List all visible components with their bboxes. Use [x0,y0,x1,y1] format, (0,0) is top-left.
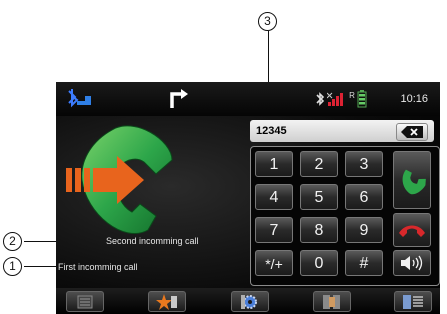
dialed-number: 12345 [256,125,287,137]
call-list-icon [77,295,93,308]
dialed-number-field[interactable]: 12345 [250,120,434,142]
key-1[interactable]: 1 [255,151,293,177]
phone-screen: R 10:16 Second incomming call First inco… [56,82,440,314]
key-2[interactable]: 2 [300,151,338,177]
key-0[interactable]: 0 [300,250,338,276]
bluetooth-phone-icon[interactable] [62,82,98,116]
status-clock: 10:16 [400,93,428,105]
accept-call-button[interactable] [393,151,431,209]
call-accept-icon [402,169,426,195]
battery-icon [357,90,367,108]
route-arrow-icon[interactable] [164,82,194,116]
speaker-volume-button[interactable] [393,250,431,276]
backspace-button[interactable] [396,123,428,141]
favorites-button[interactable] [148,291,186,312]
settings-button[interactable] [231,291,269,312]
key-hash[interactable]: # [345,250,383,276]
callout-3-marker: 3 [258,12,277,31]
signal-strength-icon [327,92,344,106]
call-end-icon [399,225,425,237]
backspace-icon [401,126,423,138]
callout-1-leader [24,266,56,268]
menu-list-icon [403,294,423,309]
key-9[interactable]: 9 [345,217,383,243]
contacts-button[interactable] [313,291,351,312]
end-call-button[interactable] [393,213,431,247]
key-5[interactable]: 5 [300,184,338,210]
callout-1-marker: 1 [3,257,22,276]
callout-2-marker: 2 [3,232,22,251]
settings-icon [241,294,257,309]
key-star-plus[interactable]: */+ [255,250,293,276]
key-8[interactable]: 8 [300,217,338,243]
key-3[interactable]: 3 [345,151,383,177]
second-incoming-call-label: Second incomming call [106,236,199,246]
bottom-toolbar [56,288,440,314]
favorites-icon [156,293,177,310]
contacts-icon [323,294,340,309]
status-indicators: R [308,82,374,116]
bluetooth-icon [316,92,325,106]
key-6[interactable]: 6 [345,184,383,210]
menu-list-button[interactable] [394,291,432,312]
key-7[interactable]: 7 [255,217,293,243]
call-list-button[interactable] [66,291,104,312]
status-bar: R 10:16 [56,82,440,116]
keypad: 1 2 3 4 5 6 7 8 9 */+ 0 # [250,146,440,286]
key-4[interactable]: 4 [255,184,293,210]
incoming-call-graphic [64,122,182,242]
first-incoming-call-label: First incomming call [58,262,138,272]
signal-flag: R [349,90,355,100]
speaker-volume-icon [401,255,423,271]
